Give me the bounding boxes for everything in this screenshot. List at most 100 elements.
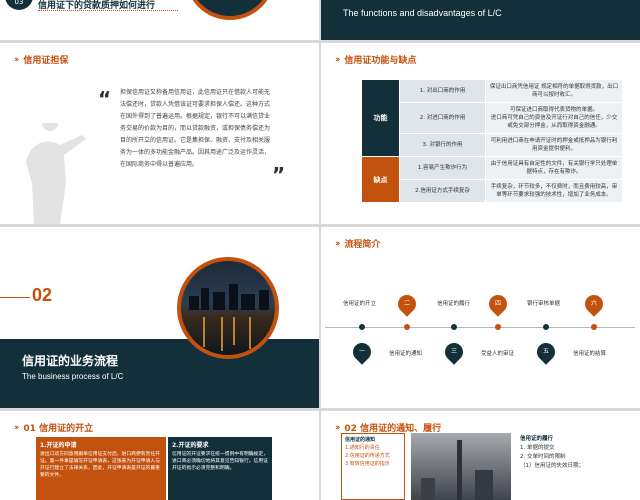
category-function: 功能: [361, 79, 400, 157]
box-title: 1.开证的申请: [40, 442, 77, 449]
notification-box: 信用证的通知 1.通知行的责任 2.信用证的传递方式 3.有效信用证的指示: [341, 433, 405, 500]
box-title: 2.开证的要求: [172, 442, 209, 449]
timeline-marker: 四: [485, 291, 511, 317]
table-cell: 1. 对出口商的作用: [399, 79, 486, 103]
building-shape: [229, 284, 238, 310]
building-shape: [421, 478, 435, 500]
box-title: 信用证的履行: [520, 436, 554, 442]
slide-thumbnail-3[interactable]: ›› 信用证担保 “ 担保信用证又称备用信用证，此信用证只在借款人可能无法偿还时…: [0, 43, 319, 224]
timeline-node: [359, 324, 365, 330]
table-row: 2. 对进口商的作用 可保证进口商取得代表货物的单据。 进口商可凭自己的资信及开…: [362, 102, 623, 134]
building-shape: [259, 290, 269, 310]
timeline-node: [543, 324, 549, 330]
timeline-node: [495, 324, 501, 330]
double-chevron-icon: ››: [335, 238, 341, 249]
slide-thumbnail-grid: 03 信用证下的贷款质押如何进行 The functions and disad…: [0, 0, 640, 500]
slide-thumbnail-5[interactable]: 02 信用证的业务流程 The business process of L/C: [0, 227, 319, 408]
table-row: 缺点 1.容易产生欺诈行为 由于信用证具有自足性的文件，有关银行学只处理单据特点…: [361, 156, 623, 203]
tower-shape: [457, 440, 462, 500]
slide-thumbnail-4[interactable]: ›› 信用证功能与缺点 功能 1. 对出口商的作用 保证出口商凭信用证 规定相符…: [321, 43, 640, 224]
timeline-node: [404, 324, 410, 330]
double-chevron-icon: ››: [335, 422, 341, 433]
timeline-label: 受益人的审证: [481, 351, 515, 357]
box-text: 信用证的开证要求在统一惯例中有明确规定，进口商必须确切地将其意见告知银行。信用证…: [172, 452, 268, 471]
table-cell: 由于信用证具有自足性的文件，有关银行学只处理单据特点，存在有欺诈。: [485, 156, 623, 180]
english-subtitle: The functions and disadvantages of L/C: [343, 8, 502, 18]
marker-label: 四: [494, 300, 501, 307]
info-box-application: 1.开证的申请 进出口双方同意用跟单信用证支付后，进口商便有责任开证。第一件事是…: [36, 437, 166, 500]
light-reflection: [203, 317, 205, 347]
section-header: ›› 信用证功能与缺点: [335, 53, 417, 67]
box-title: 信用证的通知: [345, 437, 376, 443]
slide-thumbnail-6[interactable]: ›› 流程简介 信用证的开立 二 信用证的履行 四 银行审核单据 六 一 信用证…: [321, 227, 640, 408]
slide-thumbnail-2[interactable]: The functions and disadvantages of L/C: [321, 0, 640, 40]
list-item: 3.有效信用证的指示: [345, 461, 390, 467]
city-night-photo: [177, 257, 279, 359]
body-paragraph: 担保信用证又称备用信用证，此信用证只在借款人可能无法偿还时，贷款人凭借该证可要求…: [120, 89, 271, 168]
marker-label: 一: [358, 348, 365, 355]
decorative-circle-image: [185, 0, 275, 20]
open-quote-icon: “: [98, 87, 112, 111]
double-chevron-icon: ››: [14, 422, 20, 433]
section-header: ›› 流程简介: [335, 237, 381, 251]
functions-table: 功能 1. 对出口商的作用 保证出口商凭信用证 规定相符的单据取得货款，出口商可…: [361, 79, 623, 203]
marker-label: 五: [542, 348, 549, 355]
table-cell: 2. 对进口商的作用: [399, 102, 486, 134]
box-text: 进出口双方同意用跟单信用证支付后，进口商便有责任开证。第一件事是填写开证申请表，…: [40, 452, 160, 478]
section-header: ›› 信用证担保: [14, 53, 69, 67]
table-row: 功能 1. 对出口商的作用 保证出口商凭信用证 规定相符的单据取得货款，出口商可…: [361, 79, 623, 157]
info-box-requirements: 2.开证的要求 信用证的开证要求在统一惯例中有明确规定，进口商必须确切地将其意见…: [168, 437, 272, 500]
timeline-marker: 三: [441, 339, 467, 365]
close-quote-icon: ”: [272, 163, 286, 187]
list-item: 1.通知行的责任: [345, 445, 380, 451]
table-cell: 可利用进口商在申请开证时的押金或抵押品为银行利用资金提供便利。: [485, 133, 623, 157]
person-silhouette-icon: [26, 123, 86, 224]
table-cell: 保证出口商凭信用证 规定相符的单据取得货款，出口商可以按时收汇。: [485, 79, 623, 103]
light-reflection: [233, 317, 235, 345]
english-subtitle: The business process of L/C: [22, 372, 124, 381]
marker-label: 六: [590, 300, 597, 307]
building-shape: [201, 288, 209, 310]
section-title: 信用证功能与缺点: [344, 56, 417, 66]
slide-thumbnail-7[interactable]: ›› 01 信用证的开立 1.开证的申请 进出口双方同意用跟单信用证支付后，进口…: [0, 411, 319, 500]
list-item: 2. 交单时间的限制: [520, 454, 566, 460]
timeline-marker: 六: [581, 291, 607, 317]
table-row: 3. 对银行的作用 可利用进口商在申请开证时的押金或抵押品为银行利用资金提供便利…: [362, 133, 623, 157]
slide-title: 信用证的业务流程: [22, 354, 119, 368]
building-shape: [213, 292, 225, 310]
timeline-marker: 五: [533, 339, 559, 365]
timeline-node: [451, 324, 457, 330]
timeline-label: 信用证的通知: [389, 351, 423, 357]
marker-label: 三: [450, 348, 457, 355]
building-shape: [475, 470, 493, 500]
list-item: （1）信用证的失效日期；: [520, 463, 585, 469]
section-header: ›› 01 信用证的开立: [14, 421, 94, 435]
section-title: 流程简介: [344, 240, 381, 250]
timeline-marker: 一: [349, 339, 375, 365]
list-item: 2.信用证的传递方式: [345, 453, 390, 459]
table-cell: 3. 对银行的作用: [399, 133, 486, 157]
table-cell: 1.容易产生欺诈行为: [399, 156, 486, 180]
timeline-axis: [325, 327, 635, 328]
slide-thumbnail-8[interactable]: ›› 02 信用证的通知、履行 信用证的通知 1.通知行的责任 2.信用证的传递…: [321, 411, 640, 500]
category-disadvantage: 缺点: [361, 156, 400, 203]
double-chevron-icon: ››: [335, 54, 341, 65]
number-underline: [0, 297, 30, 298]
timeline-label: 银行审核单据: [527, 301, 561, 307]
slide-thumbnail-1[interactable]: 03 信用证下的贷款质押如何进行: [0, 0, 319, 40]
double-chevron-icon: ››: [14, 54, 20, 65]
section-title: 信用证担保: [23, 56, 69, 66]
timeline-node: [591, 324, 597, 330]
building-shape: [189, 296, 199, 310]
section-title: 01 信用证的开立: [23, 424, 94, 434]
timeline-label: 信用证的履行: [437, 301, 471, 307]
list-item: 1. 单据的提交: [520, 445, 555, 451]
building-shape: [241, 294, 255, 310]
timeline-label: 信用证的结算: [573, 351, 607, 357]
table-cell: 2.信用证方式手续复杂: [399, 179, 486, 203]
timeline-label: 信用证的开立: [343, 301, 377, 307]
dotted-divider: [38, 10, 178, 11]
performance-box: 信用证的履行 1. 单据的提交 2. 交单时间的限制 （1）信用证的失效日期；: [517, 433, 637, 500]
table-cell: 可保证进口商取得代表货物的单据。 进口商可凭自己的资信及开证行对自己的信任，少交…: [485, 102, 623, 134]
section-number-badge: 03: [5, 0, 33, 10]
